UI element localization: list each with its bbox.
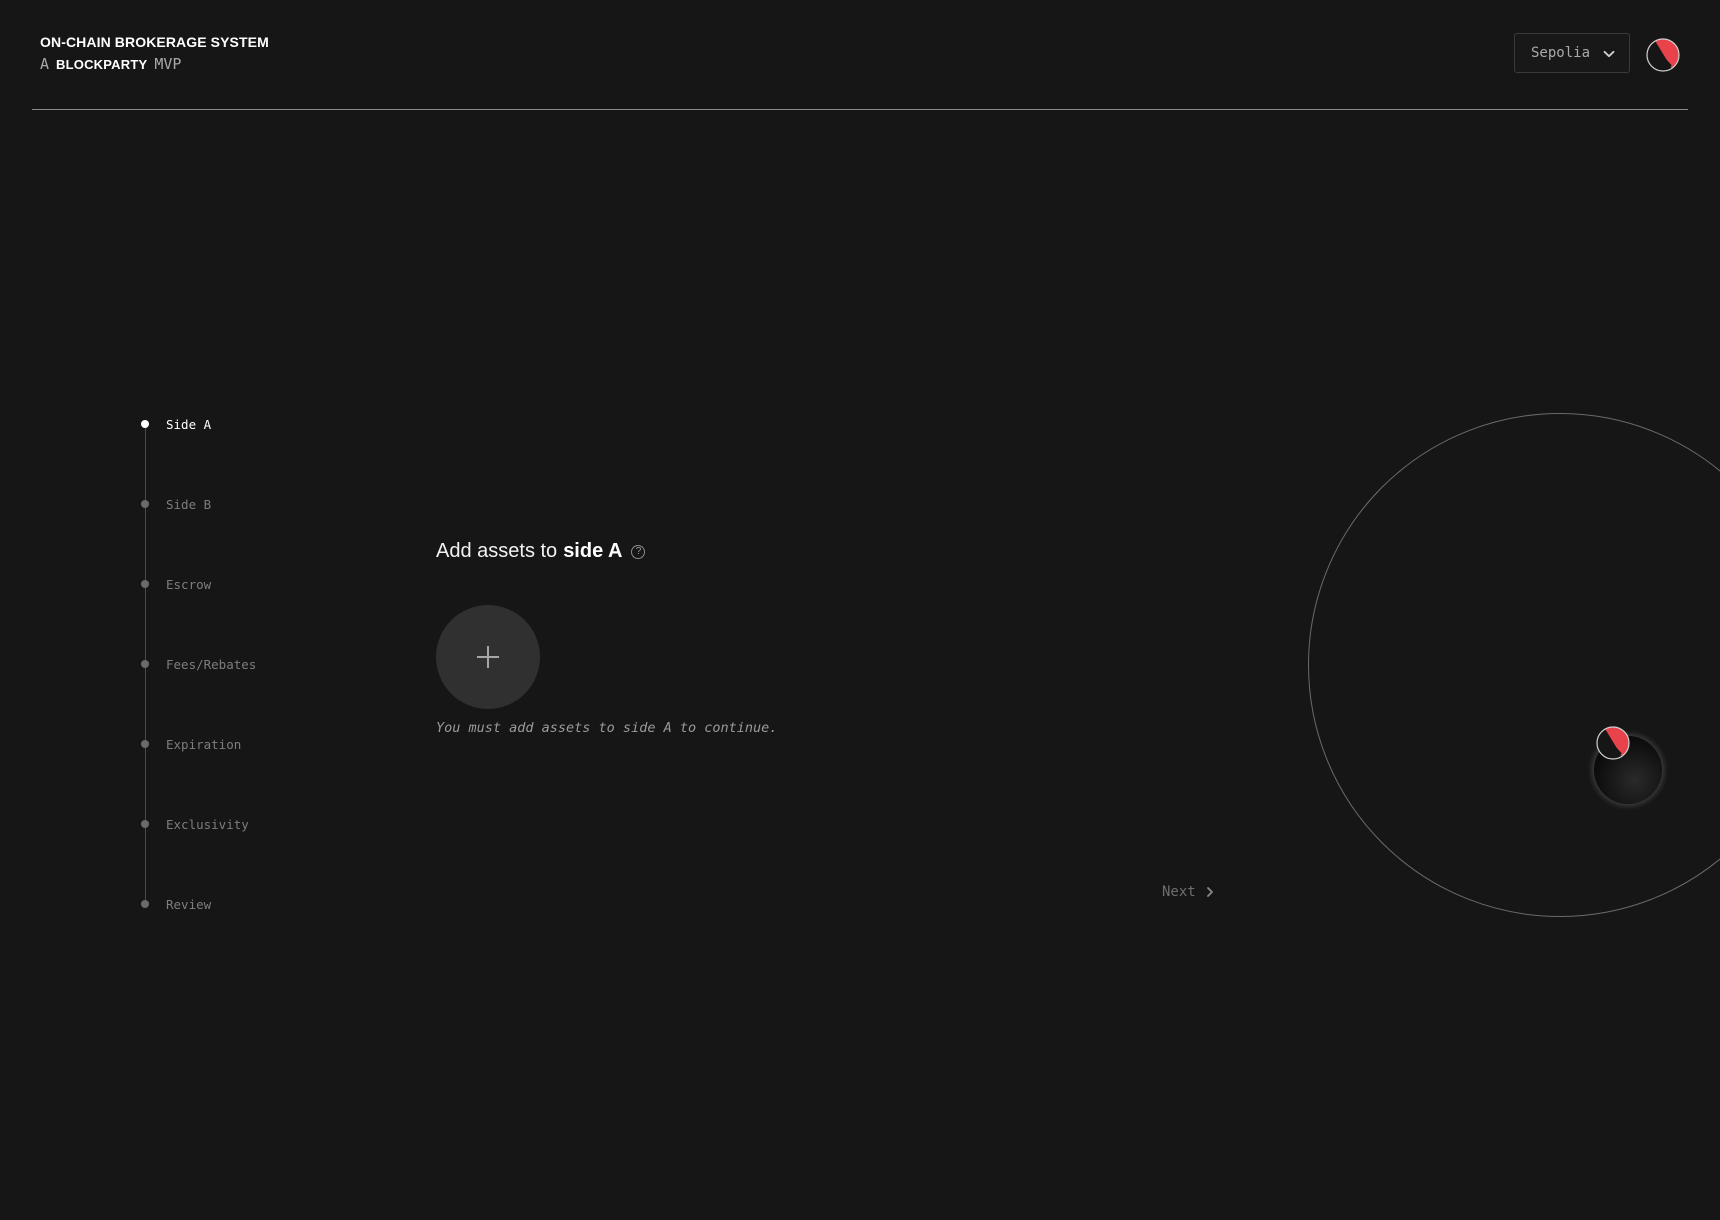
next-button[interactable]: Next	[1162, 884, 1214, 900]
step-expiration[interactable]: Expiration	[140, 732, 241, 756]
step-label: Expiration	[166, 736, 242, 752]
step-dot	[141, 420, 149, 428]
step-dot	[141, 900, 149, 908]
chevron-down-icon	[1603, 50, 1615, 58]
network-select-value: Sepolia	[1531, 45, 1591, 61]
step-label: Side B	[166, 496, 212, 512]
orbit-ring	[1308, 413, 1720, 917]
step-label: Side A	[166, 416, 212, 432]
step-label: Review	[166, 896, 212, 912]
step-dot	[141, 820, 149, 828]
brand: ON-CHAIN BROKERAGE SYSTEM A BLOCKPARTY M…	[40, 34, 269, 73]
step-label: Exclusivity	[166, 816, 249, 832]
step-fees-rebates[interactable]: Fees/Rebates	[140, 652, 256, 676]
brand-subtitle-prefix: A	[40, 55, 50, 73]
brand-title: ON-CHAIN BROKERAGE SYSTEM	[40, 34, 269, 50]
brand-subtitle-suffix: MVP	[154, 55, 182, 73]
app-header: ON-CHAIN BROKERAGE SYSTEM A BLOCKPARTY M…	[32, 0, 1688, 110]
step-side-a[interactable]: Side A	[140, 412, 211, 436]
step-dot	[141, 660, 149, 668]
step-escrow[interactable]: Escrow	[140, 572, 211, 596]
app-page: ON-CHAIN BROKERAGE SYSTEM A BLOCKPARTY M…	[0, 0, 1720, 1220]
brand-subtitle: A BLOCKPARTY MVP	[40, 56, 269, 73]
help-icon[interactable]: ?	[631, 544, 646, 559]
page-title: Add assets to side A ?	[436, 540, 646, 563]
plus-icon	[477, 646, 499, 668]
step-dot	[141, 500, 149, 508]
step-label: Escrow	[166, 576, 212, 592]
page-title-prefix: Add assets to	[436, 540, 558, 562]
step-dot	[141, 580, 149, 588]
step-exclusivity[interactable]: Exclusivity	[140, 812, 249, 836]
step-dot	[141, 740, 149, 748]
chevron-right-icon	[1206, 887, 1213, 897]
step-side-b[interactable]: Side B	[140, 492, 211, 516]
next-button-label: Next	[1162, 884, 1196, 900]
brand-subtitle-brand: BLOCKPARTY	[56, 57, 148, 72]
page-title-emphasis: side A	[563, 540, 623, 562]
step-review[interactable]: Review	[140, 892, 211, 916]
validation-hint: You must add assets to side A to continu…	[436, 720, 778, 736]
add-asset-button[interactable]	[436, 605, 540, 709]
step-navigation: Side A Side B Escrow Fees/Rebates Expira…	[140, 412, 360, 912]
step-label: Fees/Rebates	[166, 656, 257, 672]
network-select[interactable]: Sepolia	[1514, 33, 1630, 73]
account-avatar-icon[interactable]	[1646, 38, 1680, 72]
blockparty-logo-icon	[1596, 726, 1630, 760]
